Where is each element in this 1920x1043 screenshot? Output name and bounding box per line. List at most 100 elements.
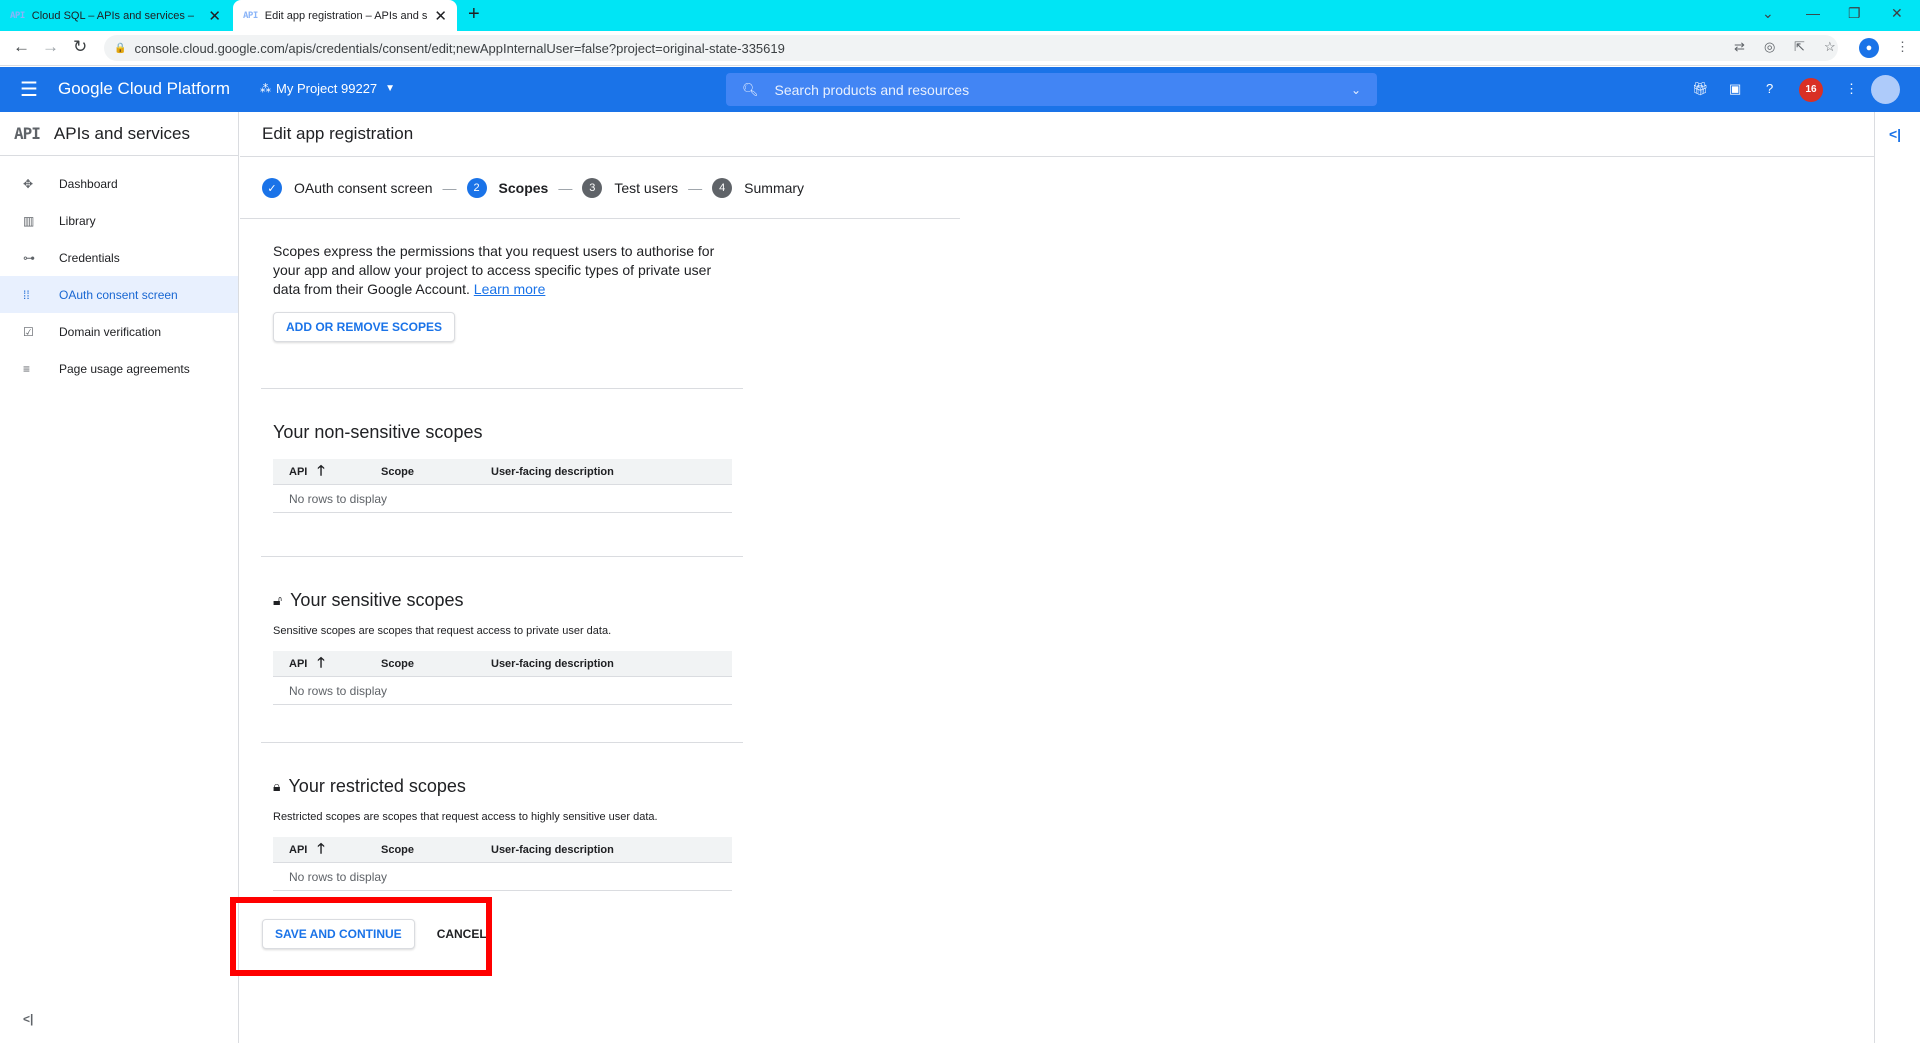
empty-row: No rows to display (273, 677, 732, 705)
empty-row: No rows to display (273, 485, 732, 513)
sidebar-item-label: OAuth consent screen (59, 287, 178, 302)
new-tab-button[interactable]: + (468, 3, 480, 26)
divider (261, 388, 743, 389)
table-header: API 🡑 Scope User-facing description (273, 459, 732, 485)
sidebar-header: API APIs and services (0, 112, 238, 156)
project-name: My Project 99227 (276, 81, 378, 96)
step-summary[interactable]: Summary (744, 180, 804, 196)
sort-arrow-up-icon[interactable]: 🡑 (317, 460, 324, 484)
sort-arrow-up-icon[interactable]: 🡑 (317, 838, 324, 862)
add-or-remove-scopes-button[interactable]: ADD OR REMOVE SCOPES (273, 312, 456, 342)
column-scope: Scope (381, 657, 415, 670)
highlight-box (230, 897, 492, 976)
cloud-shell-icon[interactable]: ▣ (1729, 81, 1741, 97)
address-bar[interactable]: 🔒 console.cloud.google.com/apis/credenti… (104, 35, 1838, 61)
chevron-down-icon[interactable]: ⌄ (1351, 83, 1361, 97)
sidebar-item-label: Domain verification (59, 324, 162, 339)
share-icon[interactable]: ⇱ (1794, 39, 1805, 55)
column-api[interactable]: API 🡑 (273, 838, 381, 862)
lock-open-icon: 🔓︎ (273, 592, 283, 608)
section-heading: 🔒︎ Your restricted scopes (273, 776, 733, 797)
right-panel-rail: <| (1874, 112, 1920, 1043)
page-title: Edit app registration (240, 112, 1874, 157)
step-oauth-consent-screen[interactable]: OAuth consent screen (294, 180, 433, 196)
lock-icon: 🔒︎ (273, 778, 281, 794)
column-api[interactable]: API 🡑 (273, 652, 381, 676)
sidebar-item-credentials[interactable]: ⊶ Credentials (0, 239, 238, 276)
lock-icon: 🔒 (114, 42, 127, 54)
project-icon: ⁂ (260, 83, 271, 95)
sort-arrow-up-icon[interactable]: 🡑 (317, 652, 324, 676)
browser-tab-edit-app-registration[interactable]: API Edit app registration – APIs and s ✕ (233, 0, 457, 31)
step-test-users[interactable]: Test users (614, 180, 678, 196)
browser-menu-icon[interactable]: ⋮ (1896, 39, 1909, 55)
sidebar-item-oauth-consent-screen[interactable]: ⁞⁞ OAuth consent screen (0, 276, 238, 313)
section-description: Restricted scopes are scopes that reques… (273, 811, 658, 823)
section-title: Your sensitive scopes (290, 590, 464, 610)
step-done-check-icon: ✓ (262, 178, 282, 198)
back-icon[interactable]: ← (13, 37, 30, 57)
scopes-intro: Scopes express the permissions that you … (273, 242, 753, 342)
scopes-table: API 🡑 Scope User-facing description No ro… (273, 837, 732, 891)
hamburger-menu-icon[interactable]: ☰ (20, 77, 38, 102)
translate-icon[interactable]: ⇄ (1734, 39, 1745, 55)
account-avatar[interactable] (1871, 75, 1900, 104)
minimize-icon[interactable]: — (1806, 5, 1820, 21)
sidebar-item-dashboard[interactable]: ✥ Dashboard (0, 165, 238, 202)
search-bar[interactable]: 🔍︎ Search products and resources ⌄ (726, 73, 1377, 106)
section-heading: 🔓︎ Your sensitive scopes (273, 590, 733, 611)
browser-profile-icon[interactable]: ● (1859, 38, 1879, 58)
restore-icon[interactable]: ❐ (1848, 5, 1861, 22)
empty-row: No rows to display (273, 863, 732, 891)
step-separator: — (558, 180, 573, 196)
api-favicon-icon: API (10, 10, 25, 21)
consent-icon: ⁞⁞ (23, 287, 30, 302)
project-selector[interactable]: ⁂ My Project 99227 ▼ (260, 81, 395, 96)
chevron-down-icon: ▼ (385, 83, 396, 94)
sidebar-item-domain-verification[interactable]: ☑ Domain verification (0, 313, 238, 350)
expand-panel-icon[interactable]: <| (1889, 126, 1901, 142)
column-api-label: API (289, 657, 308, 670)
sidebar-item-library[interactable]: ▥ Library (0, 202, 238, 239)
gcp-header: ☰ Google Cloud Platform ⁂ My Project 992… (0, 67, 1920, 112)
step-number: 3 (582, 178, 603, 198)
restricted-scopes-section: 🔒︎ Your restricted scopes Restricted scop… (273, 776, 733, 891)
column-api-label: API (289, 843, 308, 856)
column-user-facing-description: User-facing description (491, 843, 614, 856)
learn-more-link[interactable]: Learn more (474, 281, 546, 297)
search-placeholder: Search products and resources (774, 81, 970, 98)
star-icon[interactable]: ☆ (1824, 39, 1836, 55)
more-vert-icon[interactable]: ⋮ (1845, 81, 1858, 97)
step-scopes[interactable]: Scopes (499, 180, 549, 196)
close-icon[interactable]: ✕ (434, 7, 447, 25)
forward-icon[interactable]: → (42, 37, 59, 57)
tab-search-icon[interactable]: ⌄ (1762, 5, 1774, 22)
sidebar-item-page-usage-agreements[interactable]: ≡ Page usage agreements (0, 350, 238, 387)
column-scope: Scope (381, 843, 415, 856)
collapse-sidebar-icon[interactable]: <| (23, 1012, 33, 1026)
gcp-logo-text[interactable]: Google Cloud Platform (58, 79, 230, 99)
sidebar-item-label: Dashboard (59, 176, 118, 191)
table-header: API 🡑 Scope User-facing description (273, 837, 732, 863)
section-title: Your non-sensitive scopes (273, 422, 483, 442)
column-api[interactable]: API 🡑 (273, 460, 381, 484)
search-icon: 🔍︎ (742, 81, 759, 97)
stepper-divider (240, 218, 960, 219)
dashboard-icon: ✥ (23, 176, 34, 191)
non-sensitive-scopes-section: Your non-sensitive scopes API 🡑 Scope Use… (273, 422, 733, 513)
notifications-badge[interactable]: 16 (1799, 78, 1823, 102)
close-icon[interactable]: ✕ (208, 7, 221, 25)
stepper: ✓ OAuth consent screen — 2 Scopes — 3 Te… (262, 178, 804, 198)
api-favicon-icon: API (243, 10, 258, 21)
browser-tab-strip: API Cloud SQL – APIs and services – ✕ AP… (0, 0, 1920, 31)
eye-off-icon[interactable]: ◎ (1764, 39, 1775, 55)
step-number: 4 (712, 178, 733, 198)
sidebar-nav: ✥ Dashboard ▥ Library ⊶ Credentials ⁞⁞ O… (0, 156, 238, 387)
browser-tab-cloud-sql[interactable]: API Cloud SQL – APIs and services – ✕ (0, 0, 231, 31)
gift-icon[interactable]: 🎁︎ (1692, 81, 1709, 97)
help-icon[interactable]: ? (1766, 81, 1773, 96)
section-title: Your restricted scopes (288, 776, 466, 796)
reload-icon[interactable]: ↻ (73, 37, 87, 57)
settings-list-icon: ≡ (23, 361, 31, 376)
window-close-icon[interactable]: ✕ (1891, 5, 1903, 22)
